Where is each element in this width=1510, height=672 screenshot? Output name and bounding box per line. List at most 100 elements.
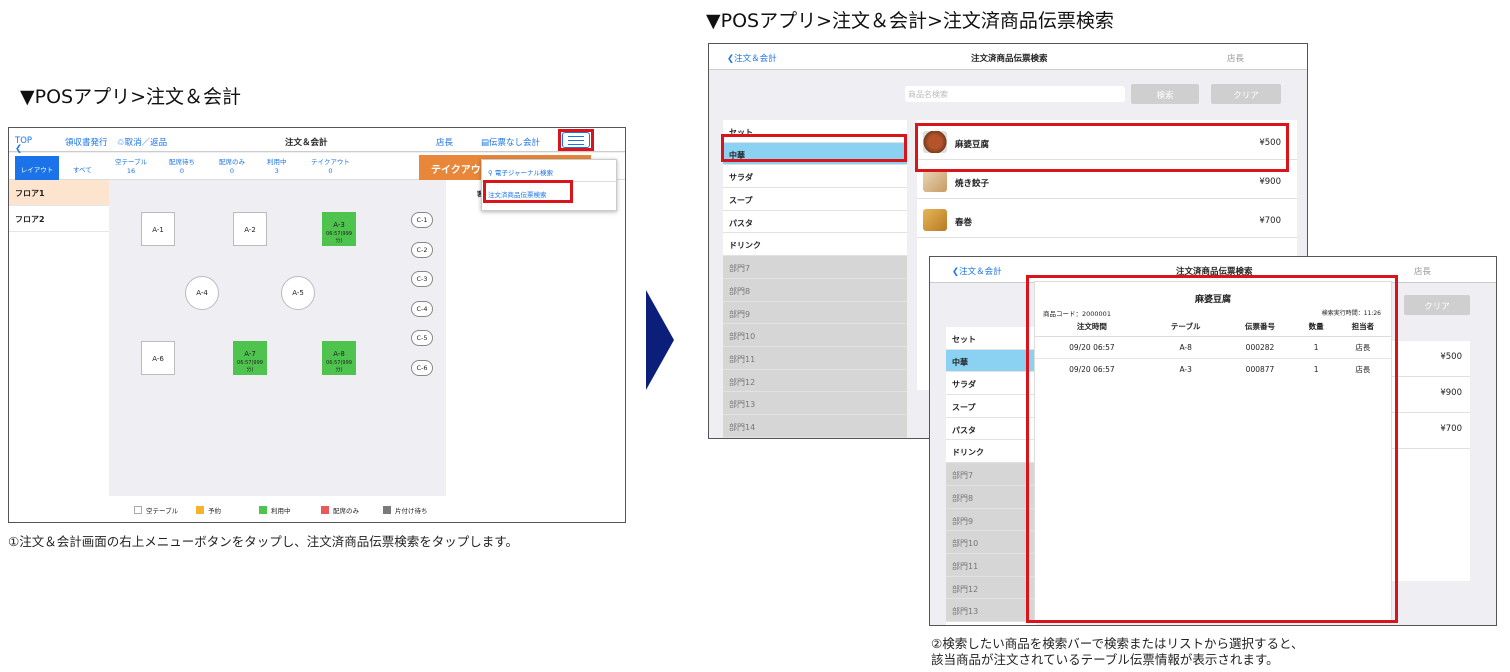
search-nav-bar: ❮注文＆会計 注文済商品伝票検索 店長 [709,44,1307,70]
back-button[interactable]: ❮注文＆会計 [727,52,777,64]
search-icon: ⚲ [488,169,495,177]
stat-takeout[interactable]: テイクアウト 0 [311,158,350,176]
table-a5[interactable]: A-5 [281,276,315,310]
legend-swatch [134,506,142,514]
staff-label: 店長 [1414,267,1432,277]
pos-nav-bar: ❮ TOP 領収書発行 ♲取消／返品 注文＆会計 店長 ▤伝票なし会計 [9,128,625,154]
table-a4[interactable]: A-4 [185,276,219,310]
menu-button-highlight [558,129,594,151]
category-item[interactable]: ドリンク [946,440,1036,464]
table-a6[interactable]: A-6 [141,341,175,375]
category-item[interactable]: セット [946,327,1036,350]
table-a2[interactable]: A-2 [233,212,267,246]
table-a7[interactable]: A-7 06:57(999分) [233,341,267,375]
category-item[interactable]: パスタ [946,418,1036,441]
guest-panel: 客数 [446,180,625,522]
category-item[interactable]: 部門13 [723,392,907,415]
category-item[interactable]: サラダ [723,165,907,189]
floor-item-2[interactable]: フロア2 [9,206,109,232]
stat-seated-only[interactable]: 配席のみ 0 [219,158,245,176]
stat-empty[interactable]: 空テーブル 16 [115,158,147,176]
product-highlight [915,123,1289,172]
category-item[interactable]: 部門8 [723,278,907,302]
menu-item-journal-search[interactable]: ⚲ 電子ジャーナル検索 [482,160,616,182]
clear-button[interactable]: クリア [1211,84,1281,104]
category-item-selected[interactable]: 中華 [946,349,1036,373]
legend-swatch [259,506,267,514]
product-list: ¥500 ¥900 ¥700 [1390,341,1470,581]
top-button[interactable]: ❮ TOP [15,136,32,154]
category-item[interactable]: パスタ [723,211,907,234]
menu-item-highlight [483,180,573,203]
category-item[interactable]: 部門12 [723,369,907,393]
back-button[interactable]: ❮注文＆会計 [952,265,1002,277]
counter-c5[interactable]: C-5 [411,330,433,346]
category-item[interactable]: 部門11 [723,346,907,370]
left-heading: ▼POSアプリ>注文＆会計 [20,86,242,108]
counter-c1[interactable]: C-1 [411,212,433,228]
floor-list: フロア1 フロア2 [9,180,109,522]
return-icon: ♲ [117,138,125,148]
floor-item-1[interactable]: フロア1 [9,180,109,206]
cancel-return-button[interactable]: ♲取消／返品 [117,136,167,148]
product-price: ¥900 [1390,377,1470,413]
arrow-right-icon [646,290,674,390]
category-item[interactable]: サラダ [946,372,1036,396]
category-item[interactable]: 部門9 [723,301,907,325]
product-row[interactable]: 春巻 ¥700 [917,202,1297,238]
no-slip-checkout-button[interactable]: ▤伝票なし会計 [481,136,540,148]
category-item[interactable]: 部門8 [946,485,1036,509]
tab-all[interactable]: すべて [73,164,92,174]
category-item[interactable]: 部門14 [723,414,907,438]
category-item[interactable]: 部門10 [946,531,1036,554]
legend-cleanup: 片付け待ち [383,505,428,515]
clear-button[interactable]: クリア [1404,295,1470,315]
table-a1[interactable]: A-1 [141,212,175,246]
product-price: ¥700 [1390,413,1470,449]
legend-swatch [196,506,204,514]
category-item[interactable]: 部門13 [946,599,1036,622]
category-item[interactable]: ドリンク [723,233,907,257]
category-item[interactable]: 部門12 [946,576,1036,600]
legend-swatch [383,506,391,514]
product-search-input[interactable]: 商品名検索 [905,86,1125,102]
category-item[interactable]: スープ [946,395,1036,418]
right-caption-1: ②検索したい商品を検索バーで検索またはリストから選択すると、 [931,636,1304,651]
category-item[interactable]: 部門11 [946,553,1036,577]
search-page-title: 注文済商品伝票検索 [971,54,1048,64]
table-a3[interactable]: A-3 06:57(999分) [322,212,356,246]
table-a8[interactable]: A-8 06:57(999分) [322,341,356,375]
search-button[interactable]: 検索 [1131,84,1199,104]
product-price: ¥500 [1390,341,1470,377]
spring-roll-image [923,209,947,231]
counter-c2[interactable]: C-2 [411,242,433,258]
category-item[interactable]: 部門7 [946,463,1036,486]
legend-seated-only: 配席のみ [321,505,359,515]
pos-order-screen: ❮ TOP 領収書発行 ♲取消／返品 注文＆会計 店長 ▤伝票なし会計 レイアウト… [8,127,626,523]
legend-reserved: 予約 [196,505,221,515]
category-item[interactable]: 部門7 [723,256,907,279]
counter-c4[interactable]: C-4 [411,301,433,317]
counter-c6[interactable]: C-6 [411,360,433,376]
category-list: セット 中華 サラダ スープ パスタ ドリンク 部門7 部門8 部門9 部門10… [946,327,1036,625]
category-item[interactable]: 部門9 [946,508,1036,532]
page-title: 注文＆会計 [285,138,328,148]
legend-swatch [321,506,329,514]
category-item[interactable]: 部門10 [723,324,907,347]
counter-c3[interactable]: C-3 [411,271,433,287]
legend-empty: 空テーブル [134,505,178,515]
modal-highlight [1026,275,1398,623]
category-highlight [721,134,907,162]
category-list: セット 中華 サラダ スープ パスタ ドリンク 部門7 部門8 部門9 部門10… [723,120,907,438]
receipt-button[interactable]: 領収書発行 [65,136,108,148]
tab-layout[interactable]: レイアウト [15,156,59,180]
stat-waiting[interactable]: 配席待ち 0 [169,158,195,176]
left-caption: ①注文＆会計画面の右上メニューボタンをタップし、注文済商品伝票検索をタップします… [8,534,518,549]
right-heading: ▼POSアプリ>注文＆会計>注文済商品伝票検索 [706,10,1114,32]
staff-label[interactable]: 店長 [436,136,453,148]
gyoza-image [923,170,947,192]
category-item[interactable]: スープ [723,188,907,211]
legend-in-use: 利用中 [259,505,291,515]
receipt-icon: ▤ [481,138,490,148]
stat-in-use[interactable]: 利用中 3 [267,158,287,176]
